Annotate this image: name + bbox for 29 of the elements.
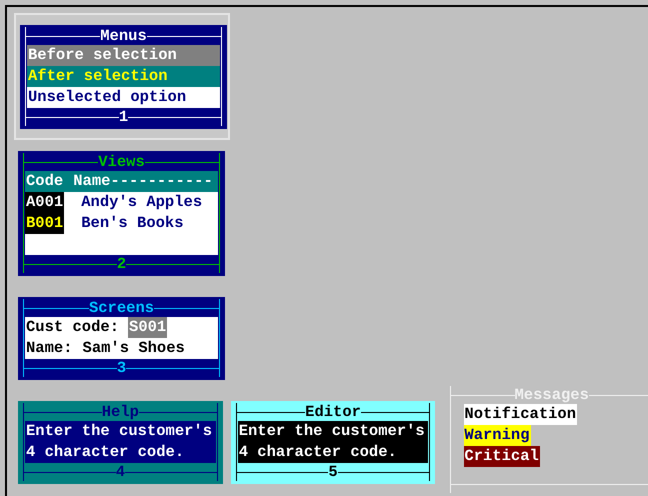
menu-option[interactable]: Before selection <box>27 45 220 66</box>
panel-number: 1 <box>118 108 128 126</box>
panel-number: 5 <box>328 463 338 481</box>
message: Notification <box>464 404 578 425</box>
column-header: Name----------- <box>72 171 214 192</box>
editor-text[interactable]: Enter the customer's <box>238 421 428 442</box>
panel-title: Screens <box>88 299 154 317</box>
menu-option[interactable]: After selection <box>27 66 220 87</box>
help-text: Enter the customer's <box>25 421 214 442</box>
panel-number: 2 <box>116 255 126 273</box>
panel-number: 4 <box>116 463 126 481</box>
panel-title: Editor <box>305 403 361 421</box>
field-value[interactable]: Sam's Shoes <box>82 338 186 359</box>
help-text: 4 character code. <box>25 442 186 463</box>
panel-number: 3 <box>116 359 126 377</box>
panel-title: Views <box>98 153 145 171</box>
name-cell-text: Andy's Apples <box>80 192 204 213</box>
panel-title: Help <box>102 403 139 421</box>
code-cell[interactable]: B001 <box>25 213 64 234</box>
message: Critical <box>464 446 540 467</box>
field-value[interactable]: S001 <box>128 317 168 338</box>
panel-title: Menus <box>100 27 147 45</box>
editor-text[interactable]: 4 character code. <box>238 442 428 463</box>
code-cell[interactable]: A001 <box>25 192 64 213</box>
field-label: Name: <box>25 338 74 359</box>
name-cell-text: Ben's Books <box>80 213 185 234</box>
column-header: Code <box>25 171 64 192</box>
field-label: Cust code: <box>25 317 120 338</box>
message: Warning <box>464 425 531 446</box>
